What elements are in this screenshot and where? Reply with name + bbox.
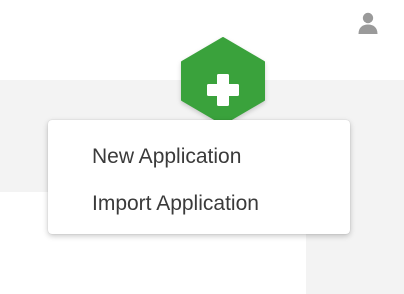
menu-item-import-application[interactable]: Import Application <box>48 185 350 223</box>
user-icon[interactable] <box>357 11 379 35</box>
add-application-menu: New Application Import Application <box>48 120 350 234</box>
add-application-button[interactable] <box>178 36 268 126</box>
menu-item-new-application[interactable]: New Application <box>48 138 350 176</box>
